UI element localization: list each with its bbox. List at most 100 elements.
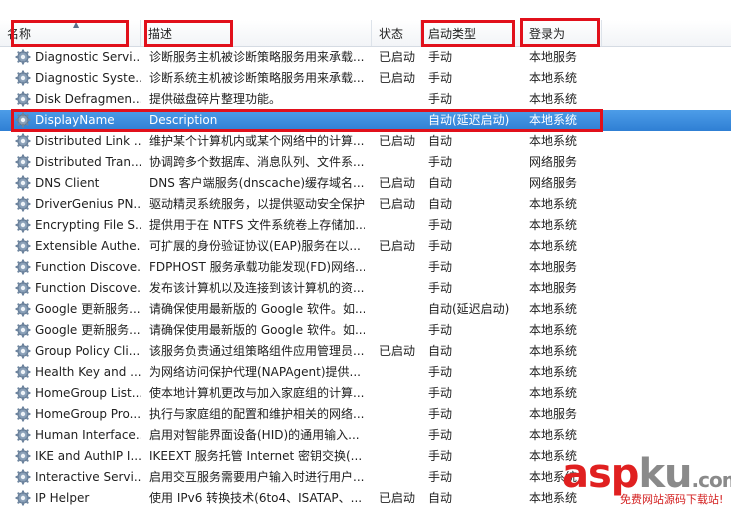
table-row[interactable]: DriverGenius PN... 驱动精灵系统服务，以提供驱动安全保护... 已… — [0, 194, 731, 215]
gear-icon — [15, 405, 31, 422]
watermark-logo: aspku.com 免费网站源码下载站! — [556, 452, 731, 508]
service-startup-type: 手动 — [428, 407, 453, 421]
service-logon-as: 本地系统 — [529, 428, 578, 442]
column-header-name[interactable]: ▲ 名称 — [0, 20, 141, 46]
service-name: DisplayName — [35, 113, 115, 127]
service-name-cell: HomeGroup List... — [15, 383, 141, 404]
service-name: Health Key and ... — [35, 365, 141, 379]
table-row-selected[interactable]: DisplayName Description 自动(延迟启动) 本地系统 — [0, 110, 731, 131]
gear-icon — [15, 363, 31, 380]
service-logon-as: 本地服务 — [529, 50, 578, 64]
table-row[interactable]: HomeGroup Pro... 执行与家庭组的配置和维护相关的网络... 手动 本地… — [0, 404, 731, 425]
gear-icon — [15, 342, 31, 359]
gear-icon — [15, 90, 31, 107]
service-description: FDPHOST 服务承载功能发现(FD)网络... — [149, 260, 365, 274]
service-name-cell: HomeGroup Pro... — [15, 404, 141, 425]
service-description: 维护某个计算机内或某个网络中的计算... — [149, 134, 365, 148]
service-name: Function Discove... — [35, 281, 141, 295]
table-row[interactable]: Function Discove... FDPHOST 服务承载功能发现(FD)网… — [0, 257, 731, 278]
table-row[interactable]: HomeGroup List... 使本地计算机更改与加入家庭组的计算... 手动 本… — [0, 383, 731, 404]
service-status — [379, 278, 423, 299]
service-status: 已启动 — [379, 50, 416, 64]
service-name-cell: DNS Client — [15, 173, 141, 194]
service-name-cell: Encrypting File S... — [15, 215, 141, 236]
service-status: 已启动 — [379, 491, 416, 505]
service-name-cell: Google 更新服务... — [15, 299, 141, 320]
table-row[interactable]: Distributed Tran... 协调跨多个数据库、消息队列、文件系... 手… — [0, 152, 731, 173]
gear-icon — [15, 300, 31, 317]
service-name: Group Policy Cli... — [35, 344, 141, 358]
column-header-logon-as-label: 登录为 — [529, 27, 566, 41]
service-logon-as: 本地系统 — [529, 218, 578, 232]
table-row[interactable]: Diagnostic Servi... 诊断服务主机被诊断策略服务用来承载... 已… — [0, 47, 731, 68]
service-name-cell: Disk Defragmen... — [15, 89, 141, 110]
gear-icon — [15, 132, 31, 149]
service-startup-type: 自动 — [428, 176, 453, 190]
service-status: 已启动 — [379, 71, 416, 85]
table-row[interactable]: Function Discove... 发布该计算机以及连接到该计算机的资... 手… — [0, 278, 731, 299]
service-status — [379, 215, 423, 236]
service-name: Interactive Servi... — [35, 470, 141, 484]
service-name: Google 更新服务... — [35, 302, 141, 316]
service-logon-as: 本地系统 — [529, 134, 578, 148]
service-description: 为网络访问保护代理(NAPAgent)提供... — [149, 365, 361, 379]
column-header-status-label: 状态 — [379, 27, 404, 41]
service-startup-type: 自动(延迟启动) — [428, 302, 510, 316]
service-description: 发布该计算机以及连接到该计算机的资... — [149, 281, 365, 295]
table-row[interactable]: Human Interface... 启用对智能界面设备(HID)的通用输入...… — [0, 425, 731, 446]
service-status: 已启动 — [379, 176, 416, 190]
service-name-cell: DisplayName — [15, 110, 141, 131]
service-description: 诊断服务主机被诊断策略服务用来承载... — [149, 50, 365, 64]
table-row[interactable]: Google 更新服务... 请确保使用最新版的 Google 软件。如... 自动… — [0, 299, 731, 320]
service-startup-type: 手动 — [428, 92, 453, 106]
table-row[interactable]: Google 更新服务... 请确保使用最新版的 Google 软件。如... 手动… — [0, 320, 731, 341]
service-startup-type: 手动 — [428, 365, 453, 379]
service-logon-as: 本地系统 — [529, 323, 578, 337]
gear-icon — [15, 216, 31, 233]
service-status — [379, 467, 423, 488]
column-header-startup-type[interactable]: 启动类型 — [421, 20, 522, 46]
service-status: 已启动 — [379, 134, 416, 148]
service-name-cell: Health Key and ... — [15, 362, 141, 383]
service-name: Human Interface... — [35, 428, 141, 442]
column-header-name-label: 名称 — [7, 27, 32, 41]
sort-ascending-icon: ▲ — [73, 20, 80, 29]
service-status — [379, 446, 423, 467]
table-row[interactable]: Distributed Link ... 维护某个计算机内或某个网络中的计算...… — [0, 131, 731, 152]
table-row[interactable]: DNS Client DNS 客户端服务(dnscache)缓存域名... 已启动自… — [0, 173, 731, 194]
services-list: Diagnostic Servi... 诊断服务主机被诊断策略服务用来承载... 已… — [0, 47, 731, 509]
service-startup-type: 手动 — [428, 470, 453, 484]
column-header-status[interactable]: 状态 — [372, 20, 421, 46]
service-status — [379, 404, 423, 425]
service-logon-as: 本地系统 — [529, 239, 578, 253]
gear-icon — [15, 384, 31, 401]
service-logon-as: 本地系统 — [529, 92, 578, 106]
table-row[interactable]: Extensible Authe... 可扩展的身份验证协议(EAP)服务在以..… — [0, 236, 731, 257]
service-logon-as: 本地系统 — [529, 365, 578, 379]
service-name-cell: Distributed Link ... — [15, 131, 141, 152]
service-status — [379, 299, 423, 320]
column-header-description[interactable]: 描述 — [141, 20, 372, 46]
table-row[interactable]: Encrypting File S... 提供用于在 NTFS 文件系统卷上存储加… — [0, 215, 731, 236]
service-status — [379, 89, 423, 110]
service-logon-as: 本地服务 — [529, 281, 578, 295]
service-startup-type: 自动 — [428, 197, 453, 211]
service-startup-type: 自动 — [428, 344, 453, 358]
service-startup-type: 自动(延迟启动) — [428, 113, 510, 127]
table-row[interactable]: Diagnostic Syste... 诊断系统主机被诊断策略服务用来承载... 已… — [0, 68, 731, 89]
service-name-cell: Function Discove... — [15, 278, 141, 299]
service-name-cell: Interactive Servi... — [15, 467, 141, 488]
service-name: Google 更新服务... — [35, 323, 141, 337]
service-name: Distributed Link ... — [35, 134, 141, 148]
gear-icon — [15, 321, 31, 338]
table-row[interactable]: Disk Defragmen... 提供磁盘碎片整理功能。 手动 本地系统 — [0, 89, 731, 110]
service-name: Disk Defragmen... — [35, 92, 141, 106]
gear-icon — [15, 174, 31, 191]
table-row[interactable]: Health Key and ... 为网络访问保护代理(NAPAgent)提供.… — [0, 362, 731, 383]
service-name: Function Discove... — [35, 260, 141, 274]
gear-icon — [15, 447, 31, 464]
service-startup-type: 手动 — [428, 218, 453, 232]
service-startup-type: 手动 — [428, 50, 453, 64]
column-header-logon-as[interactable]: 登录为 — [522, 20, 602, 46]
table-row[interactable]: Group Policy Cli... 该服务负责通过组策略组件应用管理员... 已… — [0, 341, 731, 362]
